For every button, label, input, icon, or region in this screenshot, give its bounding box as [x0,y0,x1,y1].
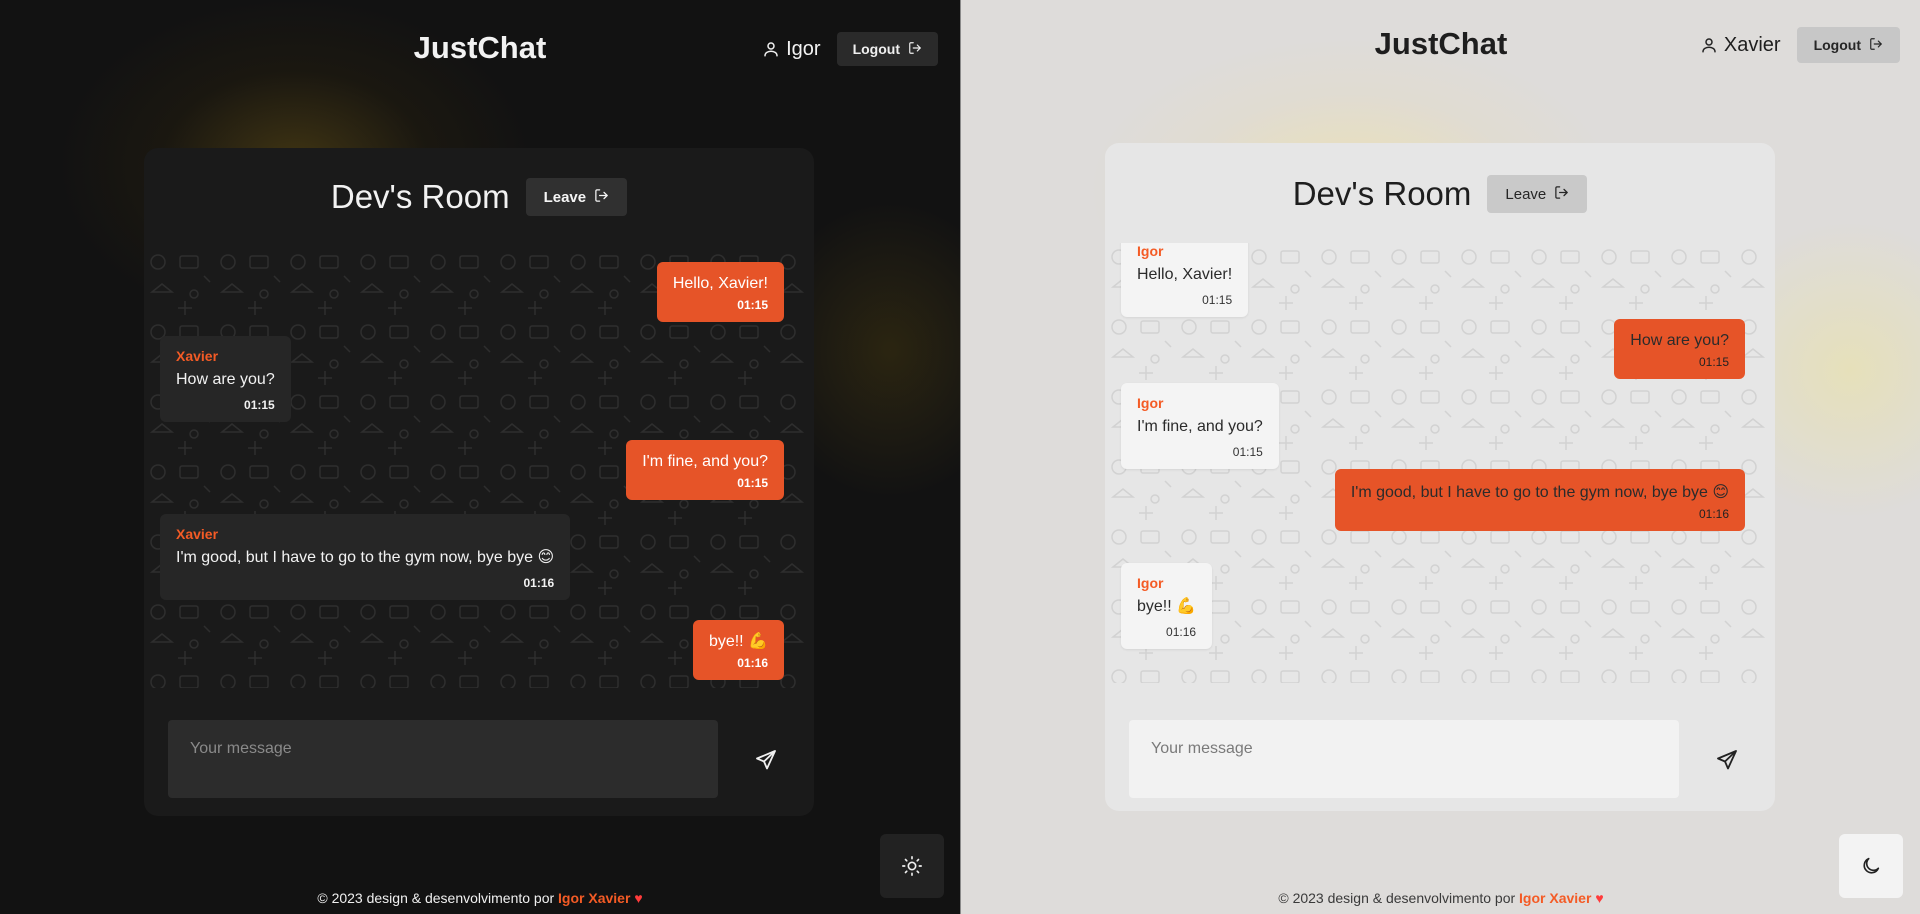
message-bubble-incoming: Igor I'm fine, and you? 01:15 [1121,383,1279,469]
message-time: 01:15 [1232,445,1263,459]
leave-label: Leave [543,188,587,206]
message-bubble-outgoing: I'm good, but I have to go to the gym no… [1334,469,1745,531]
chat-room-card: Dev's Room Leave [1105,143,1775,811]
send-button[interactable] [1713,746,1741,774]
footer: © 2023 design & desenvolvimento por Igor… [0,890,960,906]
leave-icon [1554,185,1569,204]
message-list[interactable]: Igor Hello, Xavier! 01:15 How are you? 0… [1105,243,1765,683]
moon-icon [1863,857,1880,874]
chat-room-card: Dev's Room Leave [144,148,814,816]
logout-label: Logout [852,41,900,57]
message-input[interactable]: Your message [1129,720,1679,798]
send-button[interactable] [752,746,780,774]
message-time: 01:15 [1202,293,1233,307]
message-time: 01:15 [244,398,275,412]
footer-author-link[interactable]: Igor Xavier [1519,890,1591,906]
user-icon [762,40,780,58]
message-bubble-incoming: Igor Hello, Xavier! 01:15 [1121,243,1249,317]
send-icon [1717,750,1737,770]
message-text: I'm good, but I have to go to the gym no… [176,549,555,566]
room-header: Dev's Room Leave [1105,175,1775,213]
message-text: bye!! 💪 [1137,598,1197,615]
message-text: I'm fine, and you? [1137,418,1263,435]
message-bubble-outgoing: bye!! 💪 01:16 [692,620,784,680]
message-bubble-incoming: Igor bye!! 💪 01:16 [1121,563,1213,649]
message-text: How are you? [1630,332,1729,349]
leave-icon [594,188,609,207]
logout-icon [1869,37,1883,54]
message-text: I'm good, but I have to go to the gym no… [1350,484,1729,501]
message-input[interactable]: Your message [168,720,718,798]
theme-toggle-button[interactable] [1839,834,1903,898]
message-bubble-outgoing: I'm fine, and you? 01:15 [626,440,784,500]
message-bubble-incoming: Xavier How are you? 01:15 [160,336,291,422]
message-text: Hello, Xavier! [1137,266,1233,283]
message-time: 01:16 [523,576,555,590]
leave-room-button[interactable]: Leave [1487,175,1588,213]
dark-theme-pane: JustChat Igor Logout Dev's Room Leave He… [0,0,960,914]
room-title: Dev's Room [330,178,510,215]
user-area: Xavier Logout [1700,27,1900,63]
message-text: bye!! 💪 [708,633,768,650]
logout-button[interactable]: Logout [836,32,938,66]
current-username: Igor [786,37,821,60]
heart-icon: ♥ [634,890,643,906]
message-text: Hello, Xavier! [672,275,768,292]
message-time: 01:16 [737,656,768,670]
message-time: 01:15 [737,298,768,312]
message-list[interactable]: Hello, Xavier! 01:15 Xavier How are you?… [144,248,804,688]
message-text: I'm fine, and you? [642,453,768,470]
footer-text: © 2023 design & desenvolvimento por [1278,890,1516,906]
message-time: 01:15 [737,476,768,490]
footer-text: © 2023 design & desenvolvimento por [317,890,555,906]
message-time: 01:16 [1166,625,1197,639]
message-time: 01:16 [1698,507,1729,521]
message-sender: Igor [1137,243,1164,259]
message-sender: Igor [1137,395,1164,411]
footer: © 2023 design & desenvolvimento por Igor… [961,890,1920,906]
footer-author-link[interactable]: Igor Xavier [558,890,630,906]
message-input-placeholder: Your message [190,740,292,757]
message-sender: Igor [1137,575,1164,591]
sun-icon [902,856,922,876]
room-header: Dev's Room Leave [144,178,814,216]
send-icon [756,750,776,770]
message-bubble-outgoing: How are you? 01:15 [1614,319,1745,379]
light-theme-pane: JustChat Xavier Logout Dev's Room Leave [960,0,1920,914]
message-input-placeholder: Your message [1151,740,1253,757]
heart-icon: ♥ [1595,890,1604,906]
leave-room-button[interactable]: Leave [525,178,628,216]
logout-button[interactable]: Logout [1796,27,1900,63]
message-bubble-outgoing: Hello, Xavier! 01:15 [656,262,784,322]
logout-icon [908,41,922,58]
message-sender: Xavier [176,526,219,542]
message-sender: Xavier [176,348,219,364]
current-username: Xavier [1723,33,1781,56]
message-time: 01:15 [1698,355,1729,369]
theme-toggle-button[interactable] [880,834,944,898]
user-icon [1700,36,1718,54]
message-bubble-incoming: Xavier I'm good, but I have to go to the… [160,514,571,600]
user-area: Igor Logout [762,32,938,66]
logout-label: Logout [1813,37,1861,53]
message-text: How are you? [176,371,275,388]
leave-label: Leave [1505,185,1547,203]
room-title: Dev's Room [1292,175,1472,212]
